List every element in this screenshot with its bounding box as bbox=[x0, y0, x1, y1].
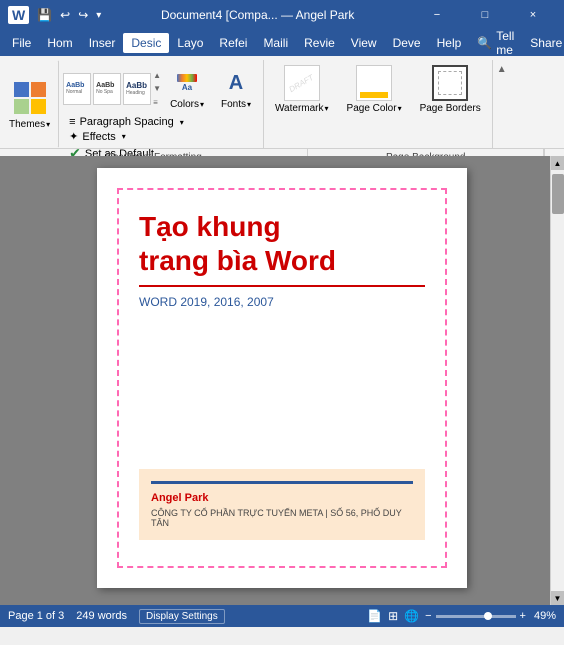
ribbon: Themes ▾ AaBb Normal AaBb No Spa bbox=[0, 56, 564, 156]
page-borders-label: Page Borders bbox=[420, 103, 481, 114]
view-web-icon[interactable]: 🌐 bbox=[404, 609, 419, 623]
paragraph-spacing-label: Paragraph Spacing bbox=[80, 116, 174, 128]
menu-design[interactable]: Desic bbox=[123, 33, 169, 53]
zoom-plus-button[interactable]: + bbox=[520, 610, 526, 622]
document-footer: Angel Park CÔNG TY CỔ PHẦN TRỰC TUYẾN ME… bbox=[139, 469, 425, 540]
paragraph-spacing-icon: ≡ bbox=[69, 116, 75, 128]
word-logo-icon: W bbox=[8, 6, 29, 24]
page-background-group: DRAFT Watermark ▾ Page Color ▾ bbox=[264, 60, 493, 148]
vertical-scrollbar[interactable]: ▲ ▼ bbox=[550, 156, 564, 605]
zoom-controls: − + 49% bbox=[425, 610, 556, 622]
menu-bar: File Hom Inser Desic Layo Refei Maili Re… bbox=[0, 30, 564, 56]
status-right: 📄 ⊞ 🌐 − + 49% bbox=[367, 609, 556, 623]
page-color-icon bbox=[356, 65, 392, 101]
page-background-content: DRAFT Watermark ▾ Page Color ▾ bbox=[268, 62, 488, 146]
view-normal-icon[interactable]: 📄 bbox=[367, 609, 382, 623]
doc-formatting-group: AaBb Normal AaBb No Spa AaBb Heading ▲ ▼ bbox=[59, 60, 264, 148]
status-left: Page 1 of 3 249 words Display Settings bbox=[8, 609, 225, 624]
menu-help[interactable]: Help bbox=[429, 33, 470, 53]
view-layout-icon[interactable]: ⊞ bbox=[388, 609, 398, 623]
zoom-thumb bbox=[484, 612, 492, 620]
save-icon[interactable]: 💾 bbox=[37, 8, 52, 22]
ribbon-groups: Themes ▾ AaBb Normal AaBb No Spa bbox=[0, 60, 564, 148]
document-area: Tạo khung trang bìa Word WORD 2019, 2016… bbox=[0, 156, 564, 605]
display-settings-button[interactable]: Display Settings bbox=[139, 609, 225, 624]
scroll-up-button[interactable]: ▲ bbox=[551, 156, 564, 170]
page-border-dashed: Tạo khung trang bìa Word WORD 2019, 2016… bbox=[117, 188, 447, 568]
colors-label: Colors bbox=[170, 99, 199, 110]
document-title: Tạo khung trang bìa Word bbox=[139, 210, 425, 287]
colors-button[interactable]: Aa Colors ▾ bbox=[163, 62, 211, 115]
footer-name: Angel Park bbox=[151, 492, 413, 504]
menu-developer[interactable]: Deve bbox=[385, 33, 429, 53]
effects-arrow: ▾ bbox=[122, 132, 126, 141]
scroll-thumb[interactable] bbox=[552, 174, 564, 214]
scroll-down-button[interactable]: ▼ bbox=[551, 591, 564, 605]
paragraph-spacing-arrow: ▾ bbox=[180, 118, 184, 127]
watermark-arrow[interactable]: ▾ bbox=[325, 104, 329, 113]
menu-review[interactable]: Revie bbox=[296, 33, 343, 53]
effects-icon: ✦ bbox=[69, 130, 78, 143]
menu-view[interactable]: View bbox=[343, 33, 385, 53]
doc-formatting-content: AaBb Normal AaBb No Spa AaBb Heading ▲ ▼ bbox=[63, 62, 259, 115]
watermark-button[interactable]: DRAFT Watermark ▾ bbox=[268, 62, 336, 117]
themes-icon bbox=[11, 79, 49, 117]
paragraph-spacing-menuitem[interactable]: ≡ Paragraph Spacing ▾ bbox=[67, 115, 255, 129]
themes-button[interactable]: Themes ▾ bbox=[0, 60, 59, 148]
style-scroll-up[interactable]: ▲ bbox=[153, 71, 161, 80]
zoom-slider[interactable] bbox=[436, 615, 516, 618]
share-button[interactable]: Share bbox=[522, 33, 564, 53]
style-sets-scroll: ▲ ▼ ≡ bbox=[153, 71, 161, 107]
redo-icon[interactable]: ↪ bbox=[78, 8, 88, 22]
minimize-button[interactable]: − bbox=[414, 0, 460, 30]
customize-qat-icon[interactable]: ▾ bbox=[96, 10, 101, 21]
colors-arrow[interactable]: ▾ bbox=[200, 100, 204, 109]
style-set-1[interactable]: AaBb Normal bbox=[63, 73, 91, 105]
effects-menuitem[interactable]: ✦ Effects ▾ bbox=[67, 129, 255, 144]
menu-file[interactable]: File bbox=[4, 33, 39, 53]
fonts-icon: A bbox=[220, 67, 252, 99]
title-bar-title: Document4 [Compa... — Angel Park bbox=[161, 8, 354, 22]
title-bar-left: W 💾 ↩ ↪ ▾ bbox=[8, 6, 101, 24]
watermark-icon: DRAFT bbox=[284, 65, 320, 101]
menu-home[interactable]: Hom bbox=[39, 33, 80, 53]
undo-icon[interactable]: ↩ bbox=[60, 8, 70, 22]
ribbon-collapse-button[interactable]: ▲ bbox=[497, 64, 507, 75]
document-page: Tạo khung trang bìa Word WORD 2019, 2016… bbox=[97, 168, 467, 588]
menu-mailings[interactable]: Maili bbox=[255, 33, 296, 53]
style-set-3[interactable]: AaBb Heading bbox=[123, 73, 151, 105]
page-color-label: Page Color bbox=[347, 103, 397, 114]
style-set-2[interactable]: AaBb No Spa bbox=[93, 73, 121, 105]
fonts-label: Fonts bbox=[221, 99, 246, 110]
style-sets-container: AaBb Normal AaBb No Spa AaBb Heading ▲ ▼ bbox=[63, 71, 161, 107]
document-subtitle: WORD 2019, 2016, 2007 bbox=[139, 295, 425, 309]
themes-label: Themes bbox=[9, 119, 45, 130]
zoom-minus-button[interactable]: − bbox=[425, 610, 431, 622]
style-scroll-down[interactable]: ▼ bbox=[153, 84, 161, 93]
page-color-button[interactable]: Page Color ▾ bbox=[340, 62, 409, 117]
ribbon-collapse-area: ▲ bbox=[493, 60, 511, 148]
watermark-label: Watermark bbox=[275, 103, 324, 114]
menu-references[interactable]: Refei bbox=[211, 33, 255, 53]
style-expand[interactable]: ≡ bbox=[153, 98, 161, 107]
menu-layout[interactable]: Layo bbox=[169, 33, 211, 53]
status-bar: Page 1 of 3 249 words Display Settings 📄… bbox=[0, 605, 564, 627]
footer-border: Angel Park CÔNG TY CỔ PHẦN TRỰC TUYẾN ME… bbox=[151, 481, 413, 528]
page-borders-button[interactable]: Page Borders bbox=[413, 62, 488, 117]
footer-company: CÔNG TY CỔ PHẦN TRỰC TUYẾN META | SỐ 56,… bbox=[151, 508, 413, 528]
effects-label: Effects bbox=[82, 131, 115, 143]
themes-dropdown-arrow[interactable]: ▾ bbox=[46, 120, 50, 129]
page-borders-icon bbox=[432, 65, 468, 101]
page-info: Page 1 of 3 bbox=[8, 610, 64, 622]
zoom-percent[interactable]: 49% bbox=[534, 610, 556, 622]
tell-me-input[interactable]: 🔍 Tell me bbox=[469, 26, 522, 60]
fonts-button[interactable]: A Fonts ▾ bbox=[213, 62, 259, 115]
colors-icon: Aa bbox=[171, 67, 203, 99]
fonts-arrow[interactable]: ▾ bbox=[247, 100, 251, 109]
page-color-arrow[interactable]: ▾ bbox=[398, 104, 402, 113]
word-count: 249 words bbox=[76, 610, 127, 622]
menu-insert[interactable]: Inser bbox=[81, 33, 124, 53]
